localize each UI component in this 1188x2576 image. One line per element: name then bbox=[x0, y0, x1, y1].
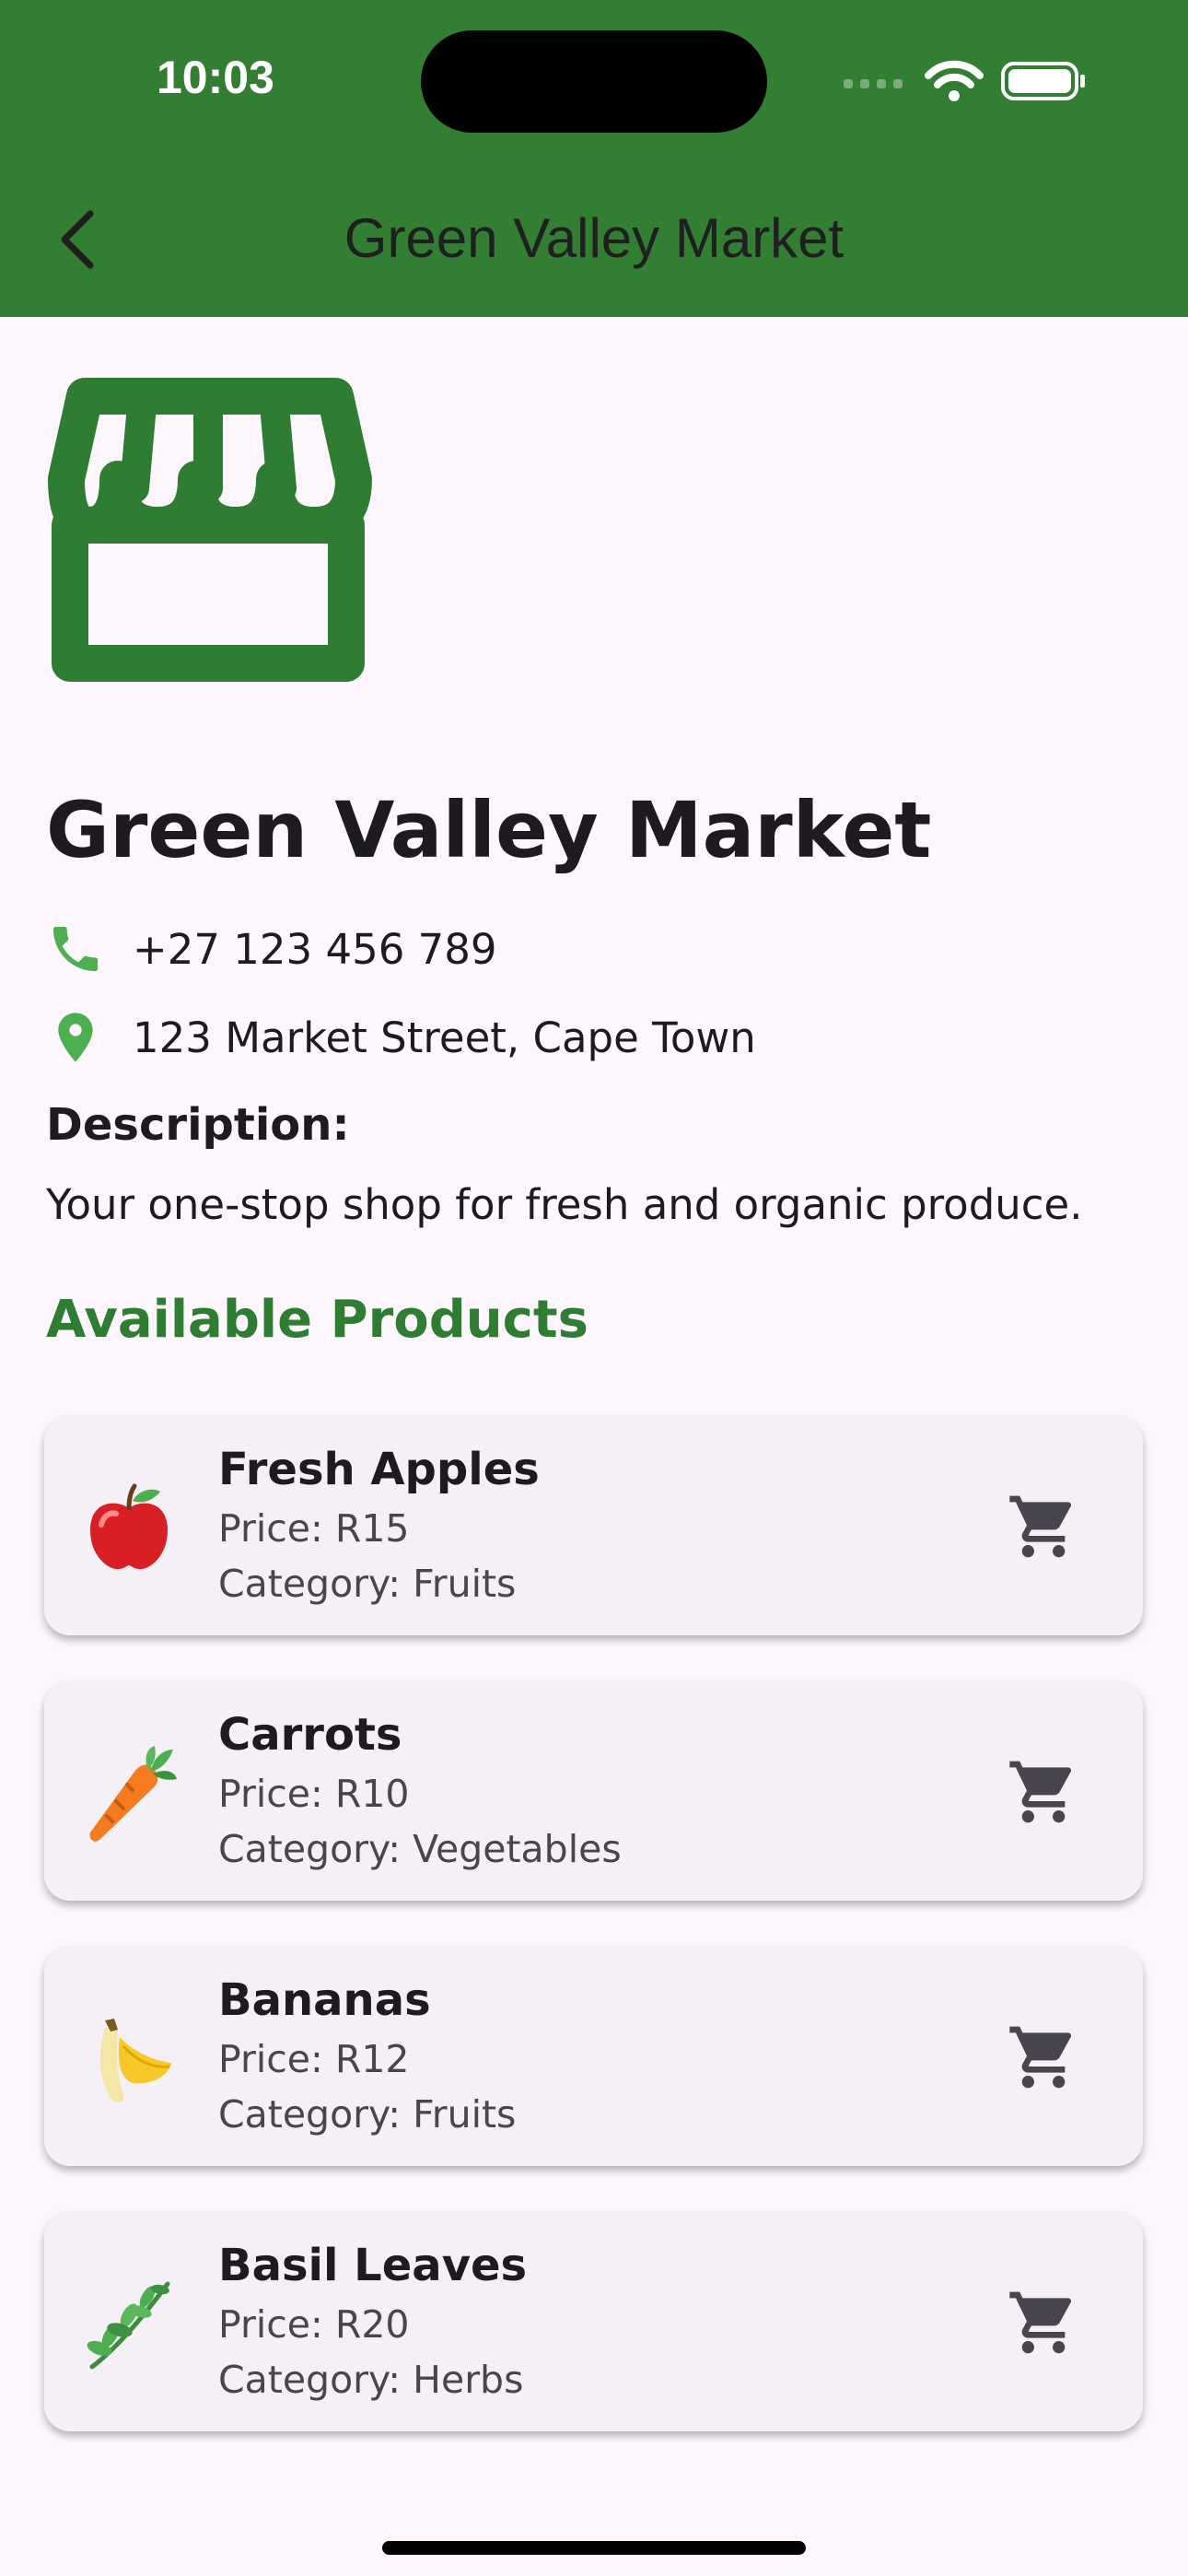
product-category: Category: Vegetables bbox=[218, 1827, 622, 1871]
phone-row[interactable]: +27 123 456 789 bbox=[46, 917, 497, 981]
product-card[interactable]: Carrots Price: R10 Category: Vegetables bbox=[44, 1681, 1143, 1901]
product-name: Fresh Apples bbox=[218, 1444, 540, 1495]
herb-icon bbox=[87, 2281, 170, 2370]
app-bar-title: Green Valley Market bbox=[344, 207, 844, 269]
status-time: 10:03 bbox=[157, 52, 274, 103]
shop-address: 123 Market Street, Cape Town bbox=[133, 1013, 756, 1062]
product-price: Price: R20 bbox=[218, 2302, 410, 2347]
signal-icon bbox=[844, 79, 903, 88]
battery-icon bbox=[1001, 62, 1085, 100]
wifi-icon bbox=[925, 60, 984, 101]
status-icons bbox=[844, 60, 1085, 101]
product-card[interactable]: Bananas Price: R12 Category: Fruits bbox=[44, 1947, 1143, 2166]
description-label: Description: bbox=[46, 1099, 350, 1151]
address-row[interactable]: 123 Market Street, Cape Town bbox=[46, 1005, 756, 1070]
storefront-icon bbox=[48, 378, 372, 682]
dynamic-island bbox=[421, 30, 767, 133]
cart-icon[interactable] bbox=[1007, 1490, 1080, 1563]
product-card[interactable]: Fresh Apples Price: R15 Category: Fruits bbox=[44, 1416, 1143, 1635]
product-card[interactable]: Basil Leaves Price: R20 Category: Herbs bbox=[44, 2212, 1143, 2431]
cart-icon[interactable] bbox=[1007, 2020, 1080, 2094]
product-name: Basil Leaves bbox=[218, 2240, 528, 2291]
product-price: Price: R12 bbox=[218, 2037, 410, 2081]
product-price: Price: R15 bbox=[218, 1506, 410, 1551]
shop-name: Green Valley Market bbox=[46, 785, 932, 875]
cart-icon[interactable] bbox=[1007, 2286, 1080, 2359]
location-pin-icon bbox=[58, 1013, 93, 1062]
carrot-icon bbox=[89, 1746, 177, 1842]
product-name: Carrots bbox=[218, 1709, 402, 1761]
cart-icon[interactable] bbox=[1007, 1755, 1080, 1829]
description-text: Your one-stop shop for fresh and organic… bbox=[46, 1180, 1083, 1229]
phone-icon bbox=[53, 927, 98, 971]
apple-icon bbox=[90, 1483, 168, 1570]
app-bar: 10:03 Green Valley Market bbox=[0, 0, 1188, 317]
product-category: Category: Fruits bbox=[218, 2092, 517, 2137]
home-indicator[interactable] bbox=[382, 2541, 806, 2555]
available-products-heading: Available Products bbox=[46, 1290, 588, 1350]
product-name: Bananas bbox=[218, 1974, 431, 2026]
product-category: Category: Fruits bbox=[218, 1562, 517, 1606]
shop-phone: +27 123 456 789 bbox=[133, 924, 497, 974]
product-price: Price: R10 bbox=[218, 1772, 410, 1816]
product-category: Category: Herbs bbox=[218, 2358, 524, 2402]
banana-icon bbox=[99, 2019, 171, 2102]
